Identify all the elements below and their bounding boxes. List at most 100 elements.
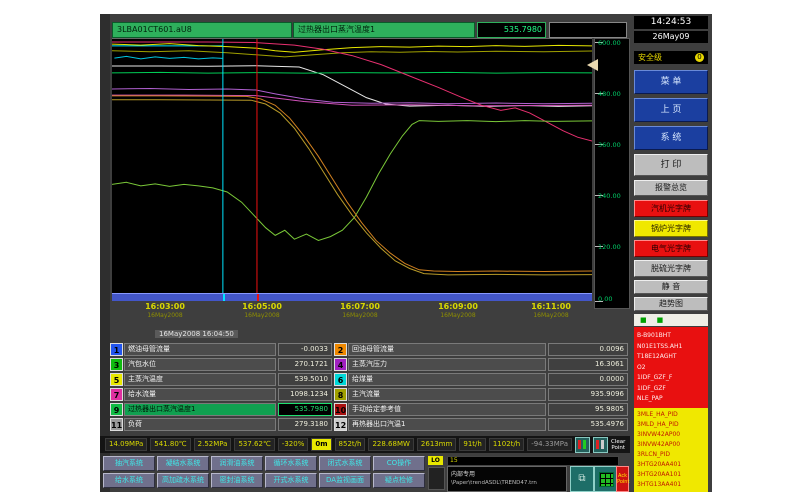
- alarm-tag[interactable]: 3INVW42AP00: [637, 430, 708, 440]
- alarm-overview-button[interactable]: 报警总览: [634, 180, 708, 196]
- alarm-tag[interactable]: 1IDF_GZF_F: [637, 373, 708, 384]
- nav-button[interactable]: DA监视画面: [319, 473, 371, 488]
- table-row: 4 主蒸汽压力 16.3061: [334, 358, 628, 371]
- grid-tool-button[interactable]: [594, 466, 618, 492]
- trend-line-pen-lime: [112, 121, 592, 241]
- x-tick-date: 16May2008: [418, 312, 498, 319]
- alarm-tag[interactable]: T18E12AGHT: [637, 352, 708, 363]
- x-tick-date: 16May2008: [125, 312, 205, 319]
- pen-label[interactable]: 再热器出口汽温1: [348, 418, 546, 431]
- time-axis-ribbon[interactable]: [112, 293, 592, 301]
- nav-button[interactable]: 开式水系统: [265, 473, 317, 488]
- alarm-tag[interactable]: 3HTG20AA101: [637, 470, 708, 480]
- aux-display: [549, 22, 627, 38]
- pen-value: 279.3180: [278, 418, 332, 431]
- pen-label[interactable]: 回油母管流量: [348, 343, 546, 356]
- boiler-annunciator-button[interactable]: 锅炉光字牌: [634, 220, 708, 237]
- selected-pen-tag-field[interactable]: 3LBA01CT601.aU8: [112, 22, 292, 38]
- window-left-edge: [100, 14, 110, 492]
- nav-button[interactable]: CO操作: [373, 456, 425, 471]
- mute-button[interactable]: 静 音: [634, 280, 708, 294]
- pen-label[interactable]: 手动给定参考值: [348, 403, 546, 416]
- trend-plot-area[interactable]: [112, 38, 592, 294]
- table-row: 2 回油母管流量 0.0096: [334, 343, 628, 356]
- pen-number: 6: [334, 373, 347, 386]
- pen-label[interactable]: 主蒸汽压力: [348, 358, 546, 371]
- cursor-red-ribbon-mark[interactable]: [257, 294, 259, 301]
- nav-button[interactable]: 循环水系统: [265, 456, 317, 471]
- pen-number: 1: [110, 343, 123, 356]
- ack-point-button[interactable]: AckPoint: [616, 466, 629, 492]
- current-value-pointer-icon: [587, 59, 598, 71]
- x-tick-date: 16May2008: [222, 312, 302, 319]
- nav-button[interactable]: 给水系统: [103, 473, 155, 488]
- pen-label[interactable]: 给水流量: [124, 388, 276, 401]
- pen-label[interactable]: 燃油母管流量: [124, 343, 276, 356]
- clear-point-label[interactable]: ClearPoint: [611, 439, 625, 451]
- alarm-tag[interactable]: 3HTG13AA401: [637, 480, 708, 490]
- table-row: 10 手动给定参考值 95.9805: [334, 403, 628, 416]
- table-row-selected: 9 过热器出口蒸汽温度1 535.7980: [110, 403, 332, 416]
- selected-pen-description-field[interactable]: 过热器出口蒸汽温度1: [293, 22, 475, 38]
- pen-number: 8: [334, 388, 347, 401]
- x-tick: 16:07:00 16May2008: [320, 302, 400, 319]
- status-value: 537.62℃: [234, 438, 274, 451]
- system-button[interactable]: 系 统: [634, 126, 708, 150]
- pen-icon: [578, 440, 581, 449]
- prev-page-button[interactable]: 上 页: [634, 98, 708, 122]
- active-alarm-list-yellow[interactable]: 3MLE_HA_PID 3MLD_HA_PID 3INVW42AP00 3INV…: [634, 408, 708, 492]
- alarm-tag[interactable]: 3RLCN_PID: [637, 450, 708, 460]
- pen-icon: [601, 440, 604, 449]
- cursor-cyan-ribbon-mark[interactable]: [223, 294, 225, 301]
- alarm-tag[interactable]: 3MLE_HA_PID: [637, 410, 708, 420]
- x-tick-date: 16May2008: [511, 312, 591, 319]
- pen-value: 95.9805: [548, 403, 628, 416]
- pen-label[interactable]: 给煤量: [348, 373, 546, 386]
- print-button[interactable]: 打 印: [634, 154, 708, 176]
- alarm-tag[interactable]: NLE_PAP: [637, 394, 708, 405]
- trend-window: 3LBA01CT601.aU8 过热器出口蒸汽温度1 535.7980 16:0…: [100, 14, 712, 492]
- trend-chart: 16:03:00 16May2008 16:05:00 16May2008 16…: [112, 38, 592, 334]
- alarm-tag[interactable]: N01E1TSS.AH1: [637, 342, 708, 353]
- nav-button[interactable]: 高加疏水系统: [157, 473, 209, 488]
- nav-button[interactable]: 润滑油系统: [211, 456, 263, 471]
- status-value: 14.09MPa: [105, 438, 147, 451]
- pen-label[interactable]: 过热器出口蒸汽温度1: [124, 403, 276, 416]
- alarm-tag[interactable]: 1IDF_GZF: [637, 384, 708, 395]
- lo-badge: LO: [428, 456, 443, 465]
- pen-table-left: 1 燃油母管流量 -0.0033 3 汽包水位 270.1721 5 主蒸汽温度…: [110, 343, 332, 431]
- alarm-tag[interactable]: B-B901BHT: [637, 331, 708, 342]
- turbine-annunciator-button[interactable]: 汽机光字牌: [634, 200, 708, 217]
- trend-chart-button[interactable]: 趋势图: [634, 297, 708, 311]
- menu-button[interactable]: 菜 单: [634, 70, 708, 94]
- alarm-tag[interactable]: 3MLD_HA_PID: [637, 420, 708, 430]
- pen-label[interactable]: 负荷: [124, 418, 276, 431]
- pen-number: 2: [334, 343, 347, 356]
- pen-label[interactable]: 汽包水位: [124, 358, 276, 371]
- safety-level-badge: 0: [695, 53, 704, 62]
- y-label: 120.00: [598, 243, 621, 251]
- nav-button[interactable]: 凝结水系统: [157, 456, 209, 471]
- nav-button[interactable]: 密封油系统: [211, 473, 263, 488]
- pen-label[interactable]: 主汽流量: [348, 388, 546, 401]
- command-strip-input[interactable]: 15: [447, 456, 619, 466]
- pen-label[interactable]: 主蒸汽温度: [124, 373, 276, 386]
- fgd-annunciator-button[interactable]: 脱硫光字牌: [634, 260, 708, 277]
- alarm-tag[interactable]: 3INVW42AP00: [637, 440, 708, 450]
- trend-file-info: 内部专用 \Paper\trendASDL\TREND47.trn: [447, 466, 567, 492]
- alarm-tag[interactable]: O2: [637, 363, 708, 374]
- clock-date: 26May09: [634, 31, 708, 43]
- electrical-annunciator-button[interactable]: 电气光字牌: [634, 240, 708, 257]
- x-tick: 16:03:00 16May2008: [125, 302, 205, 319]
- alarm-tag[interactable]: 3HTG20AA401: [637, 460, 708, 470]
- pen-number: 7: [110, 388, 123, 401]
- nav-button[interactable]: 抽汽系统: [103, 456, 155, 471]
- link-tool-button[interactable]: ⧉: [570, 466, 594, 492]
- nav-button[interactable]: 闭式水系统: [319, 456, 371, 471]
- trend-line-pen-darkgold: [112, 100, 592, 275]
- pen-select-button[interactable]: [593, 437, 608, 453]
- nav-button[interactable]: 疑点检修: [373, 473, 425, 488]
- pen-number: 5: [110, 373, 123, 386]
- active-alarm-list-red[interactable]: B-B901BHT N01E1TSS.AH1 T18E12AGHT O2 1ID…: [634, 327, 708, 408]
- pen-select-button[interactable]: [575, 437, 590, 453]
